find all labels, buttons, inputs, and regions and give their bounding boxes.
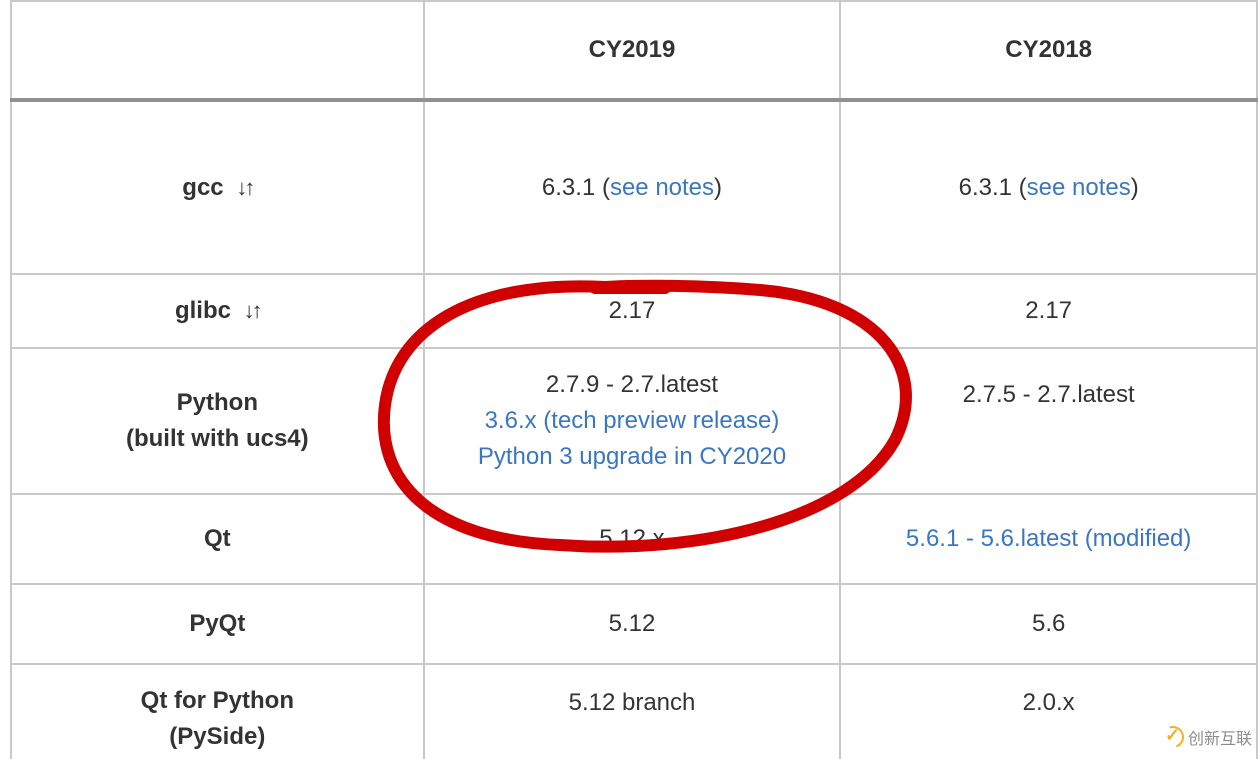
compat-table: CY2019 CY2018 gcc ↓↑ 6.3.1 (see notes) 6… — [10, 0, 1258, 759]
row-python-cy2019: 2.7.9 - 2.7.latest 3.6.x (tech preview r… — [424, 348, 841, 494]
row-python-label: Python (built with ucs4) — [11, 348, 424, 494]
cell-text: ) — [714, 174, 722, 201]
cell-text: 6.3.1 ( — [542, 174, 610, 201]
watermark: 创新互联 — [1162, 725, 1252, 749]
label-line1: Python — [177, 389, 258, 416]
watermark-text: 创新互联 — [1188, 725, 1252, 749]
row-glibc-cy2019: 2.17 — [424, 274, 841, 348]
sort-icon[interactable]: ↓↑ — [236, 175, 252, 200]
row-qt-cy2018: 5.6.1 - 5.6.latest (modified) — [840, 494, 1257, 584]
row-pyqt: PyQt 5.12 5.6 — [11, 584, 1257, 664]
row-qt: Qt 5.12.x 5.6.1 - 5.6.latest (modified) — [11, 494, 1257, 584]
label-text: glibc — [175, 297, 231, 324]
row-pyside-cy2019: 5.12 branch — [424, 664, 841, 759]
row-pyqt-label: PyQt — [11, 584, 424, 664]
qt-modified-link[interactable]: 5.6.1 - 5.6.latest (modified) — [906, 525, 1191, 552]
row-pyside-label: Qt for Python (PySide) — [11, 664, 424, 759]
row-glibc-label[interactable]: glibc ↓↑ — [11, 274, 424, 348]
watermark-icon — [1162, 726, 1184, 748]
row-gcc: gcc ↓↑ 6.3.1 (see notes) 6.3.1 (see note… — [11, 100, 1257, 274]
cell-line2[interactable]: 3.6.x (tech preview release) — [485, 407, 780, 434]
header-cy2019[interactable]: CY2019 — [424, 1, 841, 100]
table-header-row: CY2019 CY2018 — [11, 1, 1257, 100]
cell-line3[interactable]: Python 3 upgrade in CY2020 — [478, 443, 786, 470]
row-glibc-cy2018: 2.17 — [840, 274, 1257, 348]
cell-text: ) — [1131, 174, 1139, 201]
label-line1: Qt for Python — [141, 687, 294, 714]
row-pyqt-cy2018: 5.6 — [840, 584, 1257, 664]
label-line2: (PySide) — [169, 723, 265, 750]
row-qt-label: Qt — [11, 494, 424, 584]
row-gcc-cy2019: 6.3.1 (see notes) — [424, 100, 841, 274]
see-notes-link[interactable]: see notes — [1027, 174, 1131, 201]
label-line2: (built with ucs4) — [126, 425, 309, 452]
row-glibc: glibc ↓↑ 2.17 2.17 — [11, 274, 1257, 348]
label-text: gcc — [182, 174, 223, 201]
sort-icon[interactable]: ↓↑ — [244, 298, 260, 323]
cell-line1: 2.7.9 - 2.7.latest — [546, 371, 718, 398]
row-pyqt-cy2019: 5.12 — [424, 584, 841, 664]
header-label — [11, 1, 424, 100]
row-python: Python (built with ucs4) 2.7.9 - 2.7.lat… — [11, 348, 1257, 494]
row-pyside: Qt for Python (PySide) 5.12 branch 2.0.x — [11, 664, 1257, 759]
header-cy2018[interactable]: CY2018 — [840, 1, 1257, 100]
cell-text: 6.3.1 ( — [959, 174, 1027, 201]
row-gcc-cy2018: 6.3.1 (see notes) — [840, 100, 1257, 274]
row-gcc-label[interactable]: gcc ↓↑ — [11, 100, 424, 274]
row-python-cy2018: 2.7.5 - 2.7.latest — [840, 348, 1257, 494]
row-qt-cy2019: 5.12.x — [424, 494, 841, 584]
see-notes-link[interactable]: see notes — [610, 174, 714, 201]
